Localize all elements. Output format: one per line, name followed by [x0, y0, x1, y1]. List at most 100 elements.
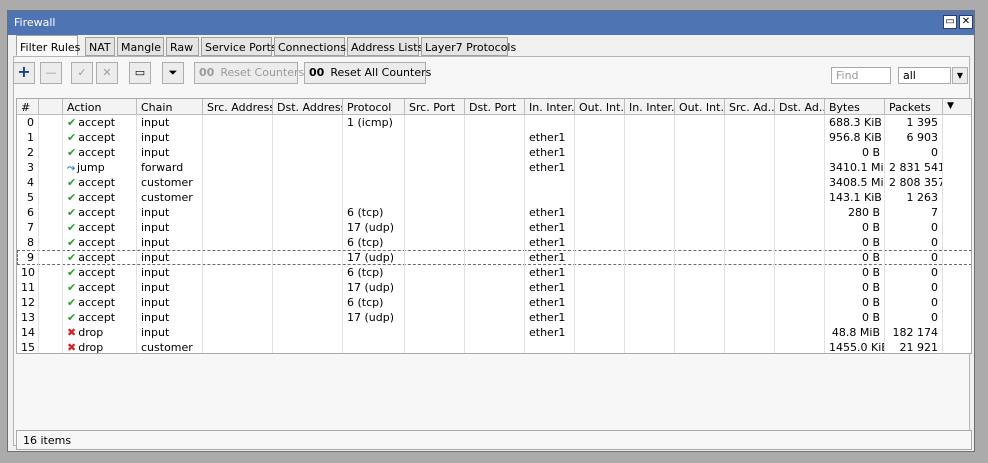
tab-layer7-protocols[interactable]: Layer7 Protocols — [421, 37, 516, 56]
cell-src-address-list — [725, 190, 775, 205]
cell-src-address-list — [725, 115, 775, 130]
columns-menu-button[interactable]: ▼ — [943, 99, 971, 115]
table-row[interactable]: 5 ✔ accept customer 143.1 KiB 1 263 — [17, 190, 971, 205]
tab-mangle[interactable]: Mangle — [117, 37, 164, 56]
header-col-flags[interactable] — [39, 99, 63, 115]
rules-table[interactable]: # Action Chain Src. Address Dst. Address Prot… — [16, 98, 972, 354]
tab-raw[interactable]: Raw — [166, 37, 199, 56]
header-col-action[interactable]: Action — [63, 99, 137, 115]
header-col-src-address[interactable]: Src. Address — [203, 99, 273, 115]
cell-src-address — [203, 115, 273, 130]
header-col-out-interface[interactable]: Out. Int... — [575, 99, 625, 115]
table-row[interactable]: 15 ✖ drop customer 1455.0 KiB 21 921 — [17, 340, 971, 353]
cell-dst-address — [273, 235, 343, 250]
add-rule-button[interactable]: + — [13, 62, 35, 84]
reset-all-counters-icon: 00 — [309, 66, 325, 79]
table-row[interactable]: 10 ✔ accept input 6 (tcp) ether1 0 B0 — [17, 265, 971, 280]
cell-dst-address-list — [775, 280, 825, 295]
cell-in-interface-list — [625, 175, 675, 190]
cell-number: 11 — [17, 280, 39, 295]
reset-counters-icon: 00 — [199, 66, 215, 79]
reset-all-counters-button[interactable]: 00 Reset All Counters — [304, 62, 431, 84]
header-col-out-interface-list[interactable]: Out. Int... — [675, 99, 725, 115]
table-row[interactable]: 8 ✔ accept input 6 (tcp) ether1 0 B0 — [17, 235, 971, 250]
table-row[interactable]: 6 ✔ accept input 6 (tcp) ether1 280 B7 — [17, 205, 971, 220]
restore-window-button[interactable]: ▭ — [943, 15, 957, 29]
header-col-number[interactable]: # — [17, 99, 39, 115]
cell-action: ✔ accept — [63, 190, 137, 205]
cell-chain: forward — [137, 160, 203, 175]
comment-button[interactable]: ▭ — [129, 62, 151, 84]
cell-dst-address-list — [775, 235, 825, 250]
enable-rule-button[interactable]: ✓ — [71, 62, 93, 84]
filter-select-dropdown[interactable]: ▼ — [952, 67, 968, 84]
cell-dst-address — [273, 190, 343, 205]
filter-funnel-button[interactable]: ⏷ — [162, 62, 184, 84]
table-row[interactable]: 9 ✔ accept input 17 (udp) ether1 0 B0 — [17, 250, 971, 265]
cell-dst-address — [273, 265, 343, 280]
header-col-dst-address-list[interactable]: Dst. Ad... — [775, 99, 825, 115]
header-col-protocol[interactable]: Protocol — [343, 99, 405, 115]
cell-in-interface: ether1 — [525, 205, 575, 220]
header-col-in-interface-list[interactable]: In. Inter... — [625, 99, 675, 115]
table-row[interactable]: 2 ✔ accept input ether1 0 B0 — [17, 145, 971, 160]
cell-src-port — [405, 175, 465, 190]
cell-packets: 0 — [885, 295, 943, 310]
table-row[interactable]: 14 ✖ drop input ether1 48.8 MiB 182 174 — [17, 325, 971, 340]
header-col-packets[interactable]: Packets — [885, 99, 943, 115]
cell-out-interface-list — [675, 235, 725, 250]
header-col-chain[interactable]: Chain — [137, 99, 203, 115]
tab-nat[interactable]: NAT — [85, 37, 115, 56]
cell-src-port — [405, 220, 465, 235]
header-col-in-interface[interactable]: In. Inter... — [525, 99, 575, 115]
tab-filter-rules[interactable]: Filter Rules — [16, 35, 80, 56]
cell-bytes: 956.8 KiB — [825, 130, 885, 145]
cell-in-interface: ether1 — [525, 145, 575, 160]
cell-src-port — [405, 235, 465, 250]
cell-dst-address — [273, 145, 343, 160]
cell-dst-address — [273, 175, 343, 190]
header-col-dst-port[interactable]: Dst. Port — [465, 99, 525, 115]
close-window-button[interactable]: ✕ — [959, 15, 973, 29]
cell-packets: 0 — [885, 265, 943, 280]
tab-service-ports[interactable]: Service Ports — [201, 37, 277, 56]
cell-number: 8 — [17, 235, 39, 250]
header-col-dst-address[interactable]: Dst. Address — [273, 99, 343, 115]
header-col-bytes[interactable]: Bytes — [825, 99, 885, 115]
cell-in-interface-list — [625, 340, 675, 353]
title-bar[interactable]: Firewall ▭ ✕ — [8, 11, 974, 35]
accept-check-icon: ✔ — [67, 116, 77, 129]
header-col-src-port[interactable]: Src. Port — [405, 99, 465, 115]
tab-connections[interactable]: Connections — [274, 37, 346, 56]
remove-rule-button[interactable]: — — [40, 62, 62, 84]
tab-address-lists[interactable]: Address Lists — [347, 37, 423, 56]
cell-src-address-list — [725, 205, 775, 220]
table-row[interactable]: 0 ✔ accept input 1 (icmp) 688.3 KiB 1 395 — [17, 115, 971, 130]
table-row[interactable]: 7 ✔ accept input 17 (udp) ether1 0 B0 — [17, 220, 971, 235]
accept-check-icon: ✔ — [67, 131, 77, 144]
cell-packets: 6 903 — [885, 130, 943, 145]
table-row[interactable]: 1 ✔ accept input ether1 956.8 KiB 6 903 — [17, 130, 971, 145]
cell-dst-address — [273, 130, 343, 145]
header-col-src-address-list[interactable]: Src. Ad... — [725, 99, 775, 115]
cell-dst-port — [465, 145, 525, 160]
disable-rule-button[interactable]: ✕ — [96, 62, 118, 84]
cell-dst-address — [273, 115, 343, 130]
table-row[interactable]: 11 ✔ accept input 17 (udp) ether1 0 B0 — [17, 280, 971, 295]
table-row[interactable]: 12 ✔ accept input 6 (tcp) ether1 0 B0 — [17, 295, 971, 310]
status-bar: 16 items — [16, 430, 972, 450]
table-row[interactable]: 13 ✔ accept input 17 (udp) ether1 0 B0 — [17, 310, 971, 325]
action-label: accept — [78, 206, 116, 219]
cell-dst-port — [465, 310, 525, 325]
action-label: accept — [78, 221, 116, 234]
reset-all-counters-label: Reset All Counters — [330, 66, 432, 79]
filter-select[interactable]: all — [898, 67, 951, 84]
cell-dst-address-list — [775, 130, 825, 145]
cell-out-interface — [575, 310, 625, 325]
cell-action: ✔ accept — [63, 175, 137, 190]
table-row[interactable]: 4 ✔ accept customer 3408.5 MiB 2 808 357 — [17, 175, 971, 190]
find-input[interactable]: Find — [831, 67, 891, 84]
table-row[interactable]: 3 ⤳ jump forward ether1 3410.1 MiB 2 831 541 — [17, 160, 971, 175]
cell-out-interface-list — [675, 160, 725, 175]
reset-counters-button[interactable]: 00 Reset Counters — [194, 62, 304, 84]
